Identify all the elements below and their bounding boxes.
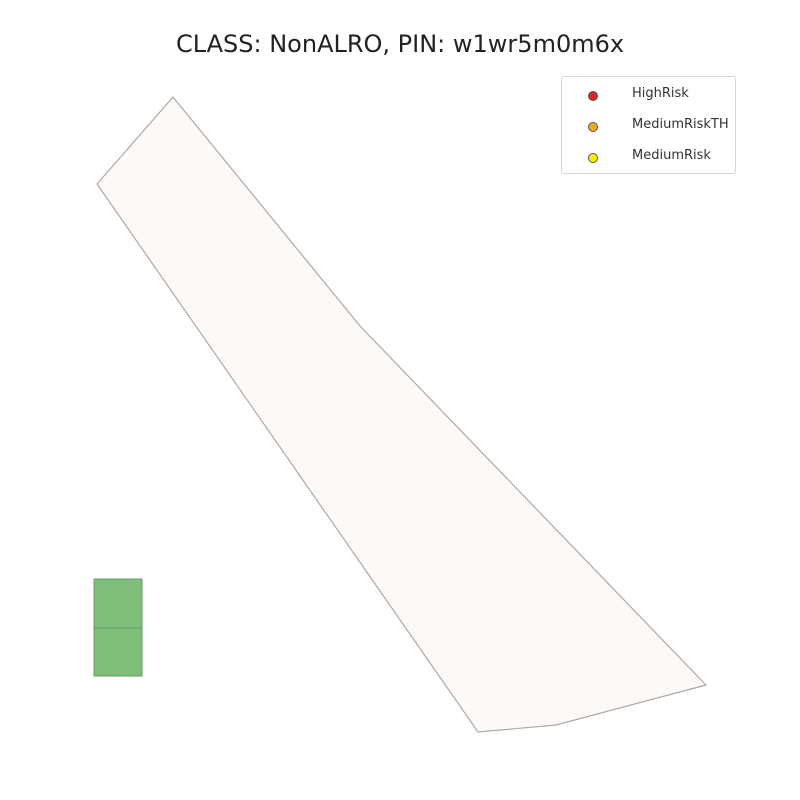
legend-label: MediumRiskTH — [632, 117, 729, 132]
parcel-polygon[interactable] — [96, 96, 708, 733]
legend-label: MediumRisk — [632, 148, 711, 163]
highrisk-marker-icon — [588, 91, 598, 101]
legend-item-mediumriskth: MediumRiskTH — [562, 116, 737, 138]
mediumriskth-marker-icon — [588, 122, 598, 132]
map-legend: HighRisk MediumRiskTH MediumRisk — [561, 76, 736, 174]
legend-label: HighRisk — [632, 86, 689, 101]
legend-item-highrisk: HighRisk — [562, 85, 737, 107]
legend-item-mediumrisk: MediumRisk — [562, 147, 737, 169]
mediumrisk-marker-icon — [588, 153, 598, 163]
green-lot-upper[interactable] — [93, 578, 143, 629]
green-lot-lower[interactable] — [93, 627, 143, 677]
